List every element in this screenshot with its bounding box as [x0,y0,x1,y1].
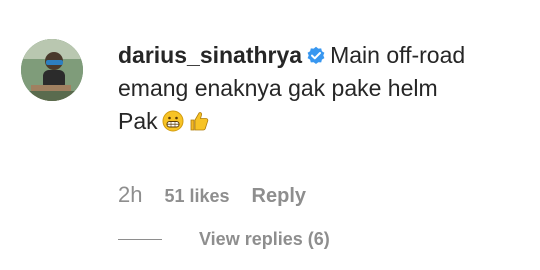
verified-badge-icon [307,46,325,64]
comment-text-line3: Pak [118,108,158,134]
replies-divider-line [118,239,162,240]
avatar[interactable] [21,39,83,101]
comment-text-line1: Main off-road [330,42,466,68]
comment-timestamp[interactable]: 2h [118,182,142,208]
view-replies-button[interactable]: View replies (6) [118,229,330,250]
likes-count-link[interactable]: 51 likes [164,186,229,207]
thumbs-up-emoji-icon [190,112,208,131]
comment-text-line2: emang enaknya gak pake helm [118,75,438,101]
reply-button[interactable]: Reply [252,185,306,208]
grinning-face-emoji-icon [162,110,184,132]
view-replies-label: View replies (6) [199,229,330,249]
comment-meta: 2h 51 likes Reply [118,182,306,208]
comment-body: darius_sinathrya Main off-road emang ena… [118,39,528,138]
avatar-photo-icon [21,39,83,101]
username-link[interactable]: darius_sinathrya [118,42,302,68]
